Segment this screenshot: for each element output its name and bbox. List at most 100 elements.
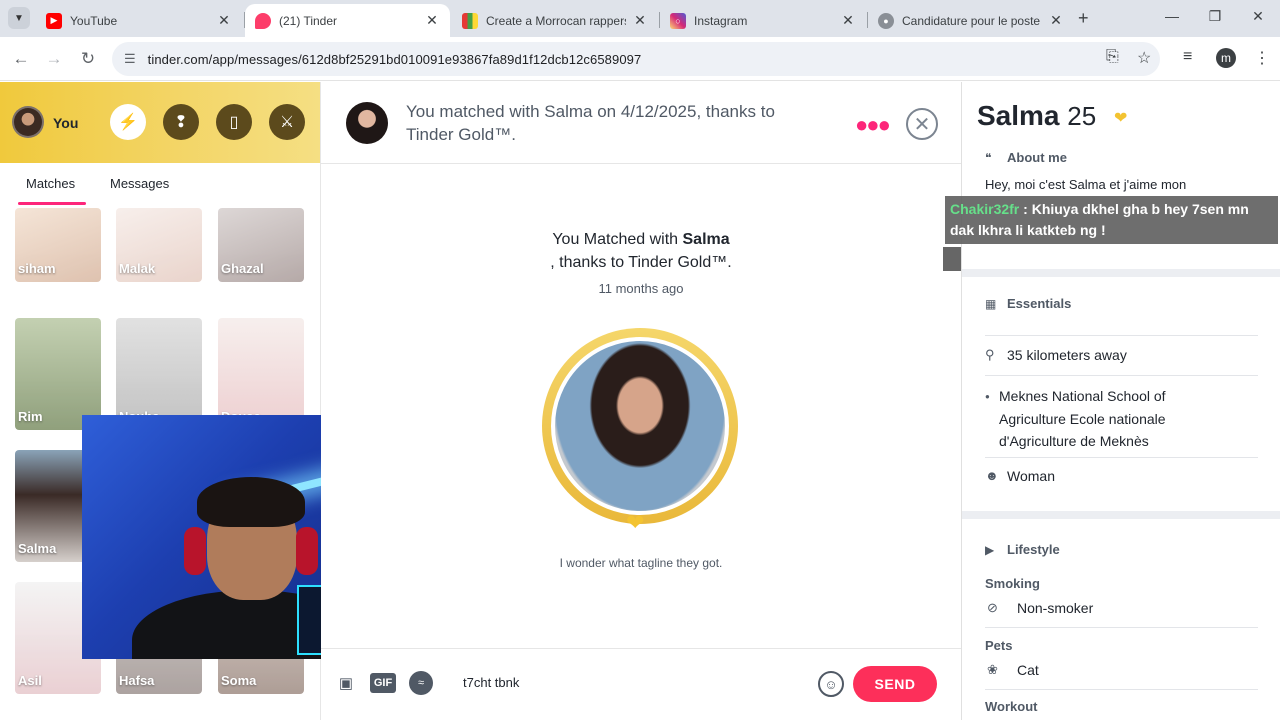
webcam-person-hair	[197, 477, 305, 527]
lifestyle-title: Lifestyle	[1007, 542, 1060, 557]
browser-tab-morrocan-rappers[interactable]: Create a Morrocan rappers T ✕	[452, 4, 658, 37]
match-card[interactable]: Nouha	[116, 318, 202, 430]
grid-app-icon	[462, 12, 478, 29]
more-options-icon[interactable]: ●●●	[855, 112, 891, 138]
my-avatar[interactable]	[12, 106, 44, 138]
stream-chat-overlay: Chakir32fr : Khiuya dkhel gha b hey 7sen…	[945, 196, 1278, 244]
match-card[interactable]: Ghazal	[218, 208, 304, 282]
headphone-right	[296, 527, 318, 575]
tag-icon: ▶	[985, 543, 995, 557]
match-name: Salma	[18, 541, 57, 556]
smoking-value: Non-smoker	[1017, 600, 1094, 616]
url-text[interactable]: tinder.com/app/messages/612d8bf25291bd01…	[148, 52, 642, 67]
divider	[985, 689, 1258, 690]
browser-tab-youtube[interactable]: ▶ YouTube ✕	[36, 4, 242, 37]
profile-avatar[interactable]: m	[1216, 48, 1236, 68]
match-photo-ring	[542, 328, 738, 524]
restore-window-icon[interactable]: ❐	[1205, 8, 1225, 25]
browser-tab-tinder[interactable]: (21) Tinder ✕	[245, 4, 450, 37]
spotify-icon[interactable]: ≈	[409, 671, 433, 695]
reading-list-icon[interactable]: ≡	[1183, 48, 1192, 66]
sidebar-tabs: Matches Messages	[0, 163, 320, 209]
site-settings-icon[interactable]: ☰	[124, 51, 136, 67]
browser-tab-candidature[interactable]: ● Candidature pour le poste ✕	[868, 4, 1074, 37]
person-icon: ☻	[985, 468, 999, 483]
chat-header: You matched with Salma on 4/12/2025, tha…	[321, 82, 961, 164]
back-arrow-icon[interactable]: ←	[10, 48, 32, 70]
smoking-label: Smoking	[985, 576, 1040, 591]
tab-matches[interactable]: Matches	[26, 176, 75, 191]
tinder-flame-icon	[255, 12, 271, 29]
divider	[985, 335, 1258, 336]
close-tab-icon[interactable]: ✕	[632, 12, 648, 29]
headphone-left	[184, 527, 206, 575]
message-input[interactable]: t7cht tbnk	[463, 675, 519, 690]
pets-label: Pets	[985, 638, 1013, 653]
tab-messages[interactable]: Messages	[110, 176, 169, 191]
close-tab-icon[interactable]: ✕	[1048, 12, 1064, 29]
close-window-icon[interactable]: ✕	[1248, 8, 1268, 25]
match-name: Rim	[18, 409, 43, 424]
gold-badge-icon: ❤	[1114, 110, 1128, 127]
send-button[interactable]: SEND	[853, 666, 937, 702]
browser-tab-instagram[interactable]: ○ Instagram ✕	[660, 4, 866, 37]
match-card[interactable]: Rim	[15, 318, 101, 430]
sidebar-header: You ⚡ ❢ ▯ ⚔	[0, 82, 320, 163]
tab-title: YouTube	[70, 13, 118, 28]
tab-title: Instagram	[694, 13, 748, 28]
my-profile-label[interactable]: You	[53, 115, 78, 131]
emoji-icon[interactable]: ☺	[818, 671, 844, 697]
tab-title: Create a Morrocan rappers T	[486, 13, 626, 28]
divider	[985, 627, 1258, 628]
tab-title: (21) Tinder	[279, 13, 338, 28]
match-name: siham	[18, 261, 56, 276]
matched-name: Salma	[682, 231, 730, 248]
address-bar[interactable]: ☰ tinder.com/app/messages/612d8bf25291bd…	[112, 42, 1160, 76]
match-avatar[interactable]	[346, 102, 388, 144]
gender-row: ☻ Woman	[985, 468, 1055, 484]
minimize-icon[interactable]: —	[1162, 8, 1182, 24]
tagline-text: I wonder what tagline they got.	[559, 556, 723, 570]
pets-value: Cat	[1017, 662, 1039, 678]
profile-panel: Salma 25 ❤ ❝ About me Hey, moi c'est Sal…	[961, 82, 1280, 720]
school-text: Meknes National School of Agriculture Ec…	[999, 388, 1166, 449]
gif-button[interactable]: GIF	[370, 673, 396, 693]
id-card-icon: ▦	[985, 297, 997, 311]
smoking-row: ⊘ Non-smoker	[987, 600, 1093, 616]
close-chat-icon[interactable]: ✕	[906, 108, 938, 140]
reload-icon[interactable]: ↻	[77, 48, 99, 70]
safety-shield-icon[interactable]: ⚔	[269, 104, 305, 140]
distance-row: ⚲ 35 kilometers away	[985, 347, 1127, 363]
install-app-icon[interactable]: ⎘	[1106, 48, 1119, 66]
gender-text: Woman	[1007, 468, 1055, 484]
match-card[interactable]: Douae	[218, 318, 304, 430]
youtube-icon: ▶	[46, 12, 62, 29]
match-name: Soma	[221, 673, 257, 688]
new-tab-plus-icon[interactable]: +	[1078, 8, 1089, 29]
pets-row: ❀ Cat	[987, 662, 1039, 678]
paw-icon: ❀	[987, 662, 998, 677]
close-tab-icon[interactable]: ✕	[840, 12, 856, 29]
match-card[interactable]: siham	[15, 208, 101, 282]
explore-compass-icon[interactable]: ❢	[163, 104, 199, 140]
bookmark-star-icon[interactable]: ☆	[1137, 48, 1151, 68]
browser-menu-icon[interactable]: ⋮	[1254, 48, 1270, 68]
matched-announcement: You Matched with Salma , thanks to Tinde…	[321, 228, 961, 274]
profile-age: 25	[1067, 101, 1097, 131]
close-tab-icon[interactable]: ✕	[424, 12, 440, 29]
tab-title: Candidature pour le poste	[902, 13, 1041, 28]
matched-prefix: You Matched with	[552, 231, 683, 248]
boost-lightning-icon[interactable]: ⚡	[110, 104, 146, 140]
profile-name: Salma 25	[977, 100, 1096, 132]
close-tab-icon[interactable]: ✕	[216, 12, 232, 29]
match-card[interactable]: Malak	[116, 208, 202, 282]
tab-search-chevron-icon[interactable]: ▼	[8, 7, 30, 29]
match-photo[interactable]	[551, 337, 729, 515]
contact-card-icon[interactable]: ▣	[334, 671, 358, 695]
active-tab-underline	[18, 202, 86, 205]
gold-heart-icon: ❤	[626, 510, 645, 535]
profile-first-name: Salma	[977, 100, 1060, 131]
forward-arrow-icon[interactable]: →	[43, 48, 65, 70]
passport-briefcase-icon[interactable]: ▯	[216, 104, 252, 140]
divider	[985, 457, 1258, 458]
